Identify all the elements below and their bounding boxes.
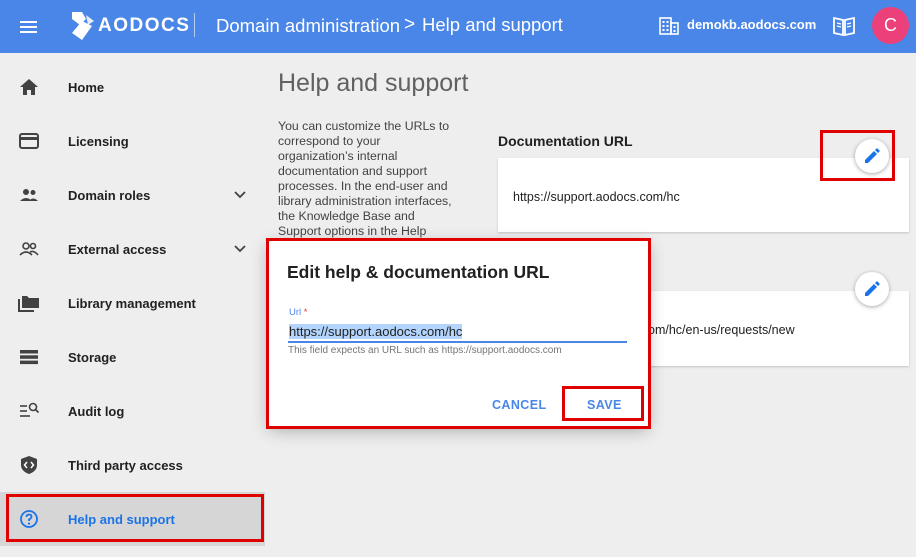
shield-code-icon	[21, 456, 37, 474]
breadcrumb-domain-administration[interactable]: Domain administration	[216, 15, 400, 37]
sidebar-item-external-access[interactable]: External access	[0, 222, 265, 276]
folders-icon	[18, 296, 39, 312]
help-circle-icon	[20, 510, 38, 528]
sidebar-item-home[interactable]: Home	[0, 60, 265, 114]
sidebar-item-third-party-access[interactable]: Third party access	[0, 438, 265, 492]
credit-card-icon	[19, 133, 39, 149]
domain-name[interactable]: demokb.aodocs.com	[687, 17, 816, 32]
chevron-down-icon[interactable]	[232, 241, 248, 257]
save-button[interactable]: SAVE	[587, 398, 622, 412]
documentation-url-card: https://support.aodocs.com/hc	[498, 158, 909, 232]
sidebar-item-label: Home	[68, 80, 105, 95]
brand-name[interactable]: AODOCS	[98, 15, 190, 37]
home-icon	[20, 79, 38, 95]
dialog-title: Edit help & documentation URL	[287, 262, 550, 282]
sidebar-item-label: External access	[68, 242, 167, 257]
top-app-bar: AODOCS Domain administration > Help and …	[0, 0, 916, 53]
url-input[interactable]	[288, 321, 627, 343]
pencil-icon	[865, 281, 880, 296]
chevron-down-icon[interactable]	[232, 187, 248, 203]
sidebar-item-label: Audit log	[68, 404, 125, 419]
required-mark: *	[303, 307, 308, 318]
sidebar-nav: Home Licensing Domain roles External acc…	[0, 53, 265, 557]
sidebar-item-label: Help and support	[68, 512, 175, 527]
header-divider	[194, 13, 195, 37]
sidebar-item-library-management[interactable]: Library management	[0, 276, 265, 330]
people-icon	[20, 189, 38, 201]
edit-url-dialog: Edit help & documentation URL Url * This…	[269, 241, 648, 426]
page-description: You can customize the URLs to correspond…	[278, 119, 452, 238]
sidebar-item-label: Licensing	[68, 134, 129, 149]
url-field-label-text: Url	[289, 307, 302, 318]
open-book-icon[interactable]	[832, 15, 856, 37]
sidebar-item-label: Domain roles	[68, 188, 151, 203]
sidebar-item-help-and-support[interactable]: Help and support	[0, 492, 265, 546]
sidebar-item-label: Library management	[68, 296, 196, 311]
sidebar-item-licensing[interactable]: Licensing	[0, 114, 265, 168]
edit-support-url-button[interactable]	[855, 272, 889, 306]
documentation-url-label: Documentation URL	[498, 133, 633, 149]
sidebar-item-domain-roles[interactable]: Domain roles	[0, 168, 265, 222]
sidebar-item-label: Third party access	[68, 458, 183, 473]
url-field-hint: This field expects an URL such as https:…	[288, 345, 562, 356]
documentation-url-value: https://support.aodocs.com/hc	[513, 190, 680, 204]
sidebar-item-audit-log[interactable]: Audit log	[0, 384, 265, 438]
audit-log-icon	[20, 402, 40, 417]
domain-building-icon	[659, 17, 679, 35]
breadcrumb-current-page: Help and support	[422, 14, 563, 35]
pencil-icon	[865, 148, 880, 163]
breadcrumb-separator: >	[404, 14, 416, 35]
page-title: Help and support	[278, 69, 469, 97]
cancel-button[interactable]: CANCEL	[492, 398, 546, 412]
url-field-label: Url *	[289, 307, 307, 318]
people-outline-icon	[19, 242, 39, 256]
support-url-value: om/hc/en-us/requests/new	[648, 323, 795, 337]
menu-icon[interactable]	[14, 13, 42, 41]
edit-documentation-url-button[interactable]	[855, 139, 889, 173]
sidebar-item-label: Storage	[68, 350, 117, 365]
sidebar-item-storage[interactable]: Storage	[0, 330, 265, 384]
storage-icon	[20, 350, 38, 365]
avatar[interactable]: C	[872, 7, 909, 44]
